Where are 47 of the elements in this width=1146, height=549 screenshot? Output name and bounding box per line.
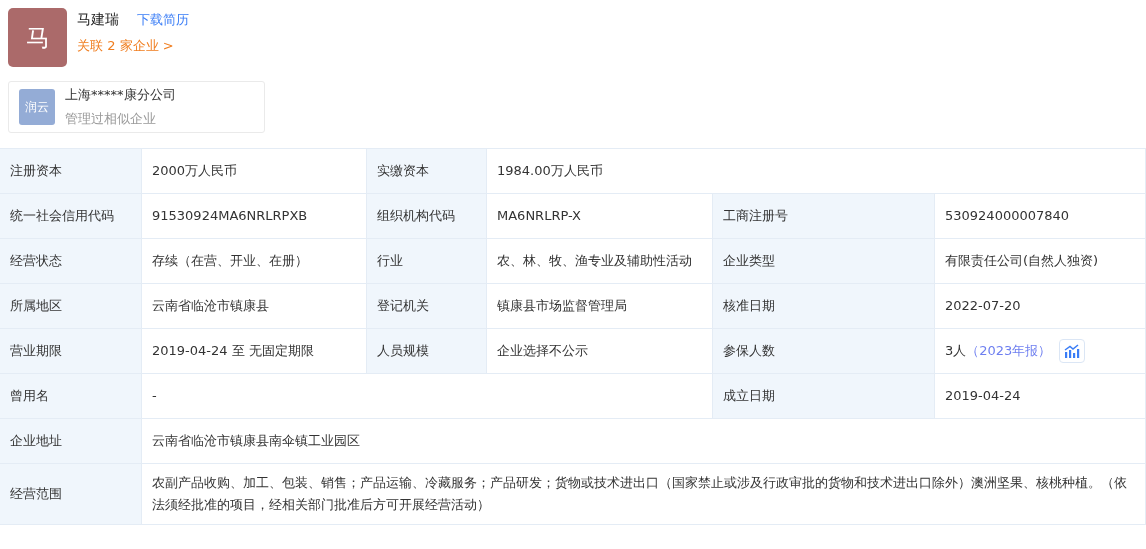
field-value: 农、林、牧、渔专业及辅助性活动 [487,239,713,284]
field-label: 工商注册号 [713,194,935,239]
field-label: 行业 [367,239,487,284]
field-value: 存续（在营、开业、在册） [142,239,367,284]
company-note: 管理过相似企业 [65,110,157,128]
field-value: 2019-04-24 [935,374,1146,419]
field-value: 91530924MA6NRLRPXB [142,194,367,239]
field-value: 1984.00万人民币 [487,149,1146,194]
field-value: MA6NRLRP-X [487,194,713,239]
annual-report-link[interactable]: （2023年报） [966,340,1052,362]
field-value: 云南省临沧市镇康县 [142,284,367,329]
field-label: 统一社会信用代码 [0,194,142,239]
field-label: 参保人数 [713,329,935,374]
field-label: 经营状态 [0,239,142,284]
field-label: 成立日期 [713,374,935,419]
field-label: 登记机关 [367,284,487,329]
field-value: 3人 [945,342,967,360]
field-label: 营业期限 [0,329,142,374]
field-value: 2000万人民币 [142,149,367,194]
field-label: 注册资本 [0,149,142,194]
field-value: - [142,374,713,419]
company-logo: 润云 [19,89,55,125]
field-value: 有限责任公司(自然人独资) [935,239,1146,284]
bar-chart-icon [1064,344,1081,358]
related-companies-link[interactable]: 关联 2 家企业 > [77,37,189,55]
field-label: 人员规模 [367,329,487,374]
field-label: 组织机构代码 [367,194,487,239]
field-label: 所属地区 [0,284,142,329]
download-resume-link[interactable]: 下载简历 [137,11,189,29]
field-label: 实缴资本 [367,149,487,194]
field-label: 经营范围 [0,464,142,525]
field-value: 农副产品收购、加工、包装、销售；产品运输、冷藏服务；产品研发；货物或技术进出口（国家禁止或涉及行政审批的货物和技术进出口除外）澳洲坚果、核桃种植。（依法须经批准的项目，经相关部门批准后方可开展经营活动） [142,464,1146,525]
company-name: 上海*****康分公司 [65,86,176,104]
field-value: 530924000007840 [935,194,1146,239]
company-card[interactable]: 润云 上海*****康分公司 管理过相似企业 [8,81,265,133]
field-label: 核准日期 [713,284,935,329]
field-label: 企业类型 [713,239,935,284]
field-value: 2019-04-24 至 无固定期限 [142,329,367,374]
field-value: 2022-07-20 [935,284,1146,329]
avatar: 马 [8,8,67,67]
field-value: 企业选择不公示 [487,329,713,374]
field-value: 云南省临沧市镇康县南伞镇工业园区 [142,419,1146,464]
field-label: 企业地址 [0,419,142,464]
trend-chart-button[interactable] [1059,339,1086,363]
field-value: 镇康县市场监督管理局 [487,284,713,329]
person-name: 马建瑞 [77,11,119,29]
field-label: 曾用名 [0,374,142,419]
